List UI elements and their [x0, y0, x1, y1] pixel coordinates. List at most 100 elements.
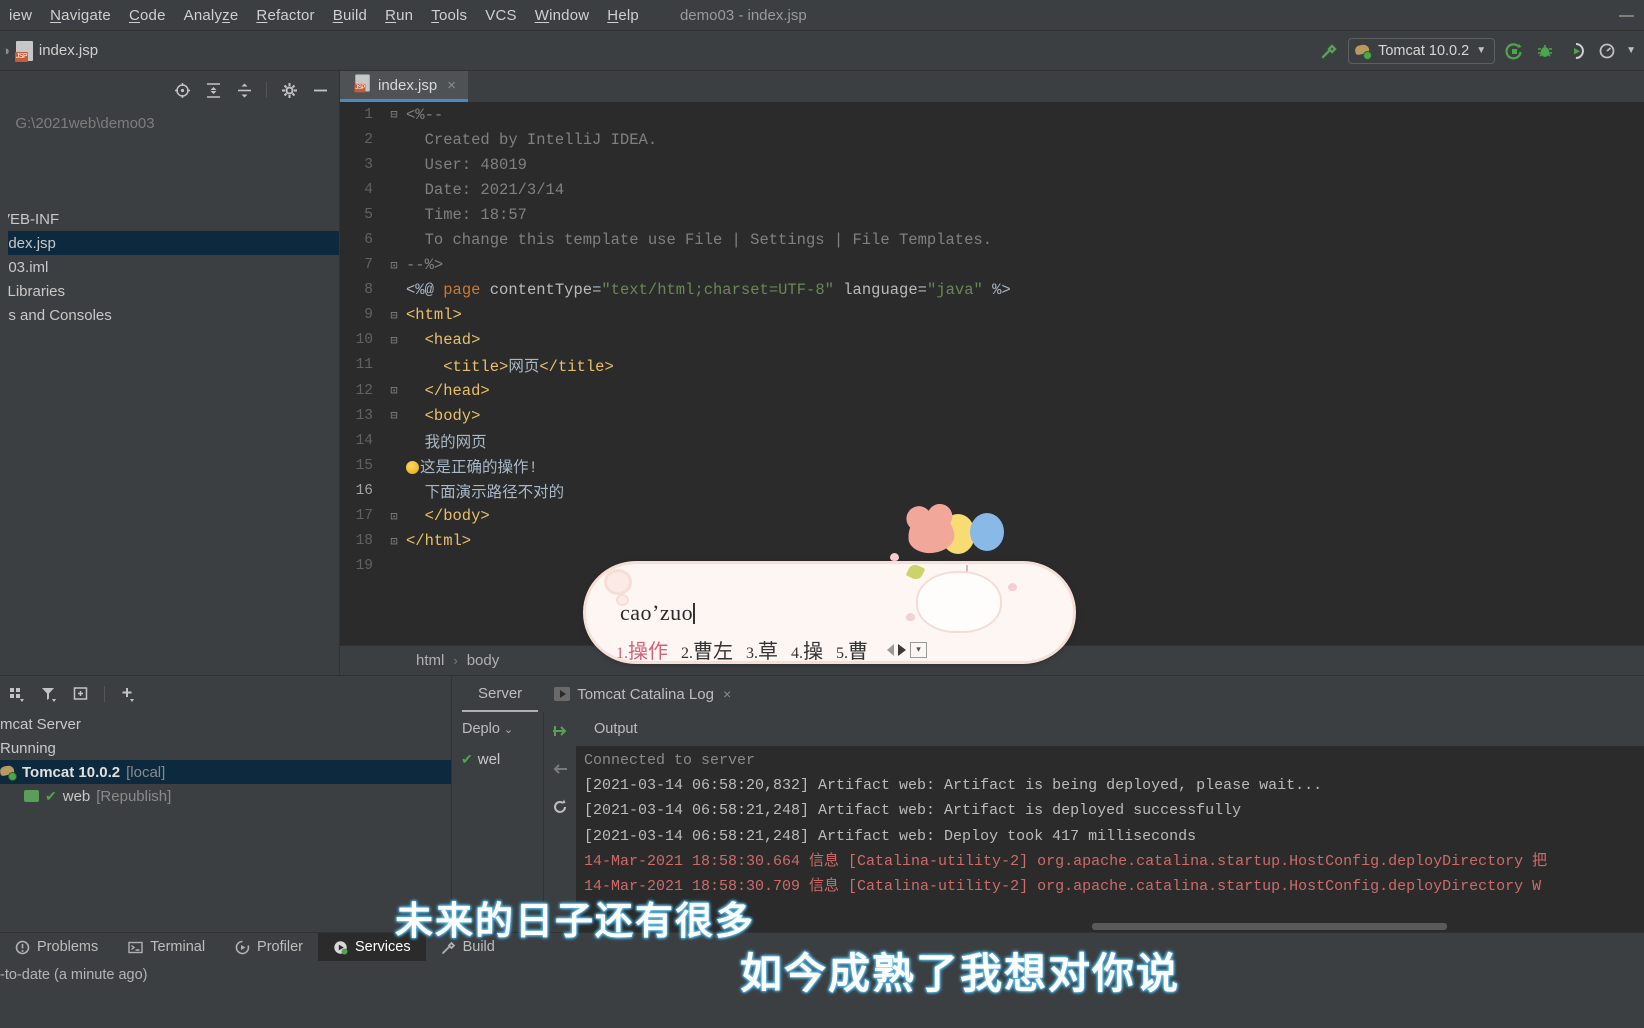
- services-tree-row[interactable]: mcat Server: [0, 712, 451, 736]
- breadcrumb-item-html[interactable]: html: [416, 652, 444, 669]
- tool-tab-label: Profiler: [257, 939, 303, 955]
- deployment-header[interactable]: Deplo ⌄: [452, 712, 543, 746]
- project-tree-row[interactable]: 3G:\2021web\demo03: [0, 111, 339, 135]
- code-line[interactable]: 2 Created by IntelliJ IDEA.: [340, 127, 1644, 152]
- code-line[interactable]: 3 User: 48019: [340, 152, 1644, 177]
- code-line[interactable]: 4 Date: 2021/3/14: [340, 177, 1644, 202]
- code-fold-toggle[interactable]: ⊟: [382, 333, 406, 348]
- horizontal-scrollbar[interactable]: [1092, 923, 1447, 930]
- code-line[interactable]: 9 ⊟ <html>: [340, 303, 1644, 328]
- run-with-coverage-icon[interactable]: [1564, 39, 1588, 63]
- code-fold-toggle[interactable]: ⊟: [382, 107, 406, 122]
- group-by-icon[interactable]: [8, 685, 26, 703]
- minimize-button[interactable]: —: [1619, 7, 1634, 24]
- code-line[interactable]: 12 ⊡ </head>: [340, 378, 1644, 403]
- intention-bulb-icon[interactable]: [406, 460, 419, 474]
- services-tree-row[interactable]: Running: [0, 736, 451, 760]
- close-icon[interactable]: ×: [447, 77, 456, 94]
- ime-candidate[interactable]: 4.操: [791, 635, 823, 664]
- code-line[interactable]: 16 下面演示路径不对的: [340, 478, 1644, 503]
- code-token: Created by IntelliJ IDEA.: [406, 130, 658, 149]
- code-fold-toggle[interactable]: ⊡: [382, 383, 406, 398]
- folder-icon: [24, 790, 39, 802]
- ime-candidate[interactable]: 5.曹: [836, 635, 868, 664]
- tool-tab-problems[interactable]: Problems: [0, 933, 113, 962]
- code-fold-toggle[interactable]: ⊡: [382, 509, 406, 524]
- restart-icon[interactable]: [551, 798, 569, 820]
- code-line[interactable]: 5 Time: 18:57: [340, 202, 1644, 227]
- locate-file-icon[interactable]: [173, 81, 191, 99]
- project-tree-row[interactable]: VEB-INF: [0, 207, 339, 231]
- services-tree-row[interactable]: Tomcat 10.0.2 [local]: [0, 760, 451, 784]
- ime-candidate-list[interactable]: 1.操作 2.曹左 3.草 4.操 5.曹 ▾: [616, 635, 927, 664]
- menu-run[interactable]: Run: [376, 5, 422, 26]
- tool-tab-terminal[interactable]: Terminal: [113, 933, 220, 962]
- redeploy-icon[interactable]: [551, 722, 569, 744]
- code-token: 下面演示路径不对的: [406, 483, 565, 502]
- code-line[interactable]: 14 我的网页: [340, 428, 1644, 453]
- run-configuration-selector[interactable]: Tomcat 10.0.2 ▼: [1348, 37, 1496, 64]
- menu-vcs[interactable]: VCS: [476, 5, 525, 26]
- services-toolbar: [0, 676, 451, 712]
- project-tree-row[interactable]: es and Consoles: [0, 303, 339, 327]
- close-icon[interactable]: ×: [723, 686, 731, 702]
- project-tree-row[interactable]: ndex.jsp: [0, 231, 339, 255]
- project-tree-row[interactable]: l Libraries: [0, 279, 339, 303]
- code-text: <head>: [406, 331, 1644, 349]
- build-hammer-icon[interactable]: [1317, 39, 1341, 63]
- services-tree[interactable]: mcat Server Running Tomcat 10.0.2 [local] ✔…: [0, 712, 451, 808]
- ime-candidate[interactable]: 2.曹左: [681, 635, 733, 664]
- add-icon[interactable]: [119, 685, 137, 703]
- code-fold-toggle[interactable]: ⊟: [382, 408, 406, 423]
- ime-candidate[interactable]: 1.操作: [616, 635, 668, 664]
- project-tree[interactable]: 3G:\2021web\demo03 VEB-INF ndex.jsp o03.iml…: [0, 109, 339, 327]
- collapse-all-icon[interactable]: [235, 81, 253, 99]
- code-fold-toggle[interactable]: ⊟: [382, 308, 406, 323]
- console-tab-server[interactable]: Server: [462, 676, 539, 712]
- code-line[interactable]: 1 ⊟ <%--: [340, 102, 1644, 127]
- debug-bug-icon[interactable]: [1533, 39, 1557, 63]
- menu-iew[interactable]: iew: [0, 5, 41, 26]
- code-fold-toggle[interactable]: ⊡: [382, 534, 406, 549]
- filter-icon[interactable]: [40, 685, 58, 703]
- services-tree-row[interactable]: ✔ web [Republish]: [0, 784, 451, 808]
- expand-all-icon[interactable]: [204, 81, 222, 99]
- deployment-item[interactable]: ✔ wel: [452, 746, 543, 772]
- code-line[interactable]: 11 <title>网页</title>: [340, 353, 1644, 378]
- code-line[interactable]: 15 这是正确的操作!: [340, 453, 1644, 478]
- profiler-icon[interactable]: [1595, 39, 1619, 63]
- menu-analyze[interactable]: Analyze: [175, 5, 248, 26]
- undeploy-icon[interactable]: [551, 760, 569, 782]
- code-line[interactable]: 13 ⊟ <body>: [340, 403, 1644, 428]
- console-tab-tomcat-catalina-log[interactable]: Tomcat Catalina Log ×: [538, 676, 747, 712]
- breadcrumb-item-body[interactable]: body: [467, 652, 500, 669]
- run-icon[interactable]: [1502, 39, 1526, 63]
- tab-index-jsp[interactable]: index.jsp ×: [340, 71, 468, 102]
- next-page-icon[interactable]: [898, 643, 906, 656]
- code-line[interactable]: 7 ⊡ --%>: [340, 253, 1644, 278]
- menu-refactor[interactable]: Refactor: [247, 5, 323, 26]
- ime-candidate-popup[interactable]: cao’zuo 1.操作 2.曹左 3.草 4.操 5.曹 ▾: [578, 510, 1073, 664]
- chevron-down-icon[interactable]: ▼: [1626, 45, 1636, 56]
- code-line[interactable]: 8 <%@ page contentType="text/html;charset…: [340, 278, 1644, 303]
- services-tree-label: Tomcat 10.0.2: [22, 763, 121, 781]
- project-tree-row[interactable]: o03.iml: [0, 255, 339, 279]
- menu-build[interactable]: Build: [324, 5, 376, 26]
- menu-tools[interactable]: Tools: [422, 5, 476, 26]
- run-tab-icon: [554, 687, 571, 701]
- menu-help[interactable]: Help: [598, 5, 648, 26]
- ime-candidate[interactable]: 3.草: [746, 635, 778, 664]
- code-fold-toggle[interactable]: ⊡: [382, 258, 406, 273]
- text-caret: [693, 603, 695, 624]
- prev-page-icon[interactable]: [887, 643, 894, 656]
- menu-navigate[interactable]: Navigate: [41, 5, 120, 26]
- chevron-down-icon: ▼: [1476, 45, 1487, 56]
- hide-panel-icon[interactable]: [311, 81, 329, 99]
- settings-gear-icon[interactable]: [280, 81, 298, 99]
- menu-window[interactable]: Window: [526, 5, 599, 26]
- new-tab-icon[interactable]: [72, 685, 90, 703]
- code-line[interactable]: 10 ⊟ <head>: [340, 328, 1644, 353]
- tool-tab-profiler[interactable]: Profiler: [220, 933, 318, 962]
- menu-code[interactable]: Code: [120, 5, 175, 26]
- code-line[interactable]: 6 To change this template use File | Set…: [340, 227, 1644, 252]
